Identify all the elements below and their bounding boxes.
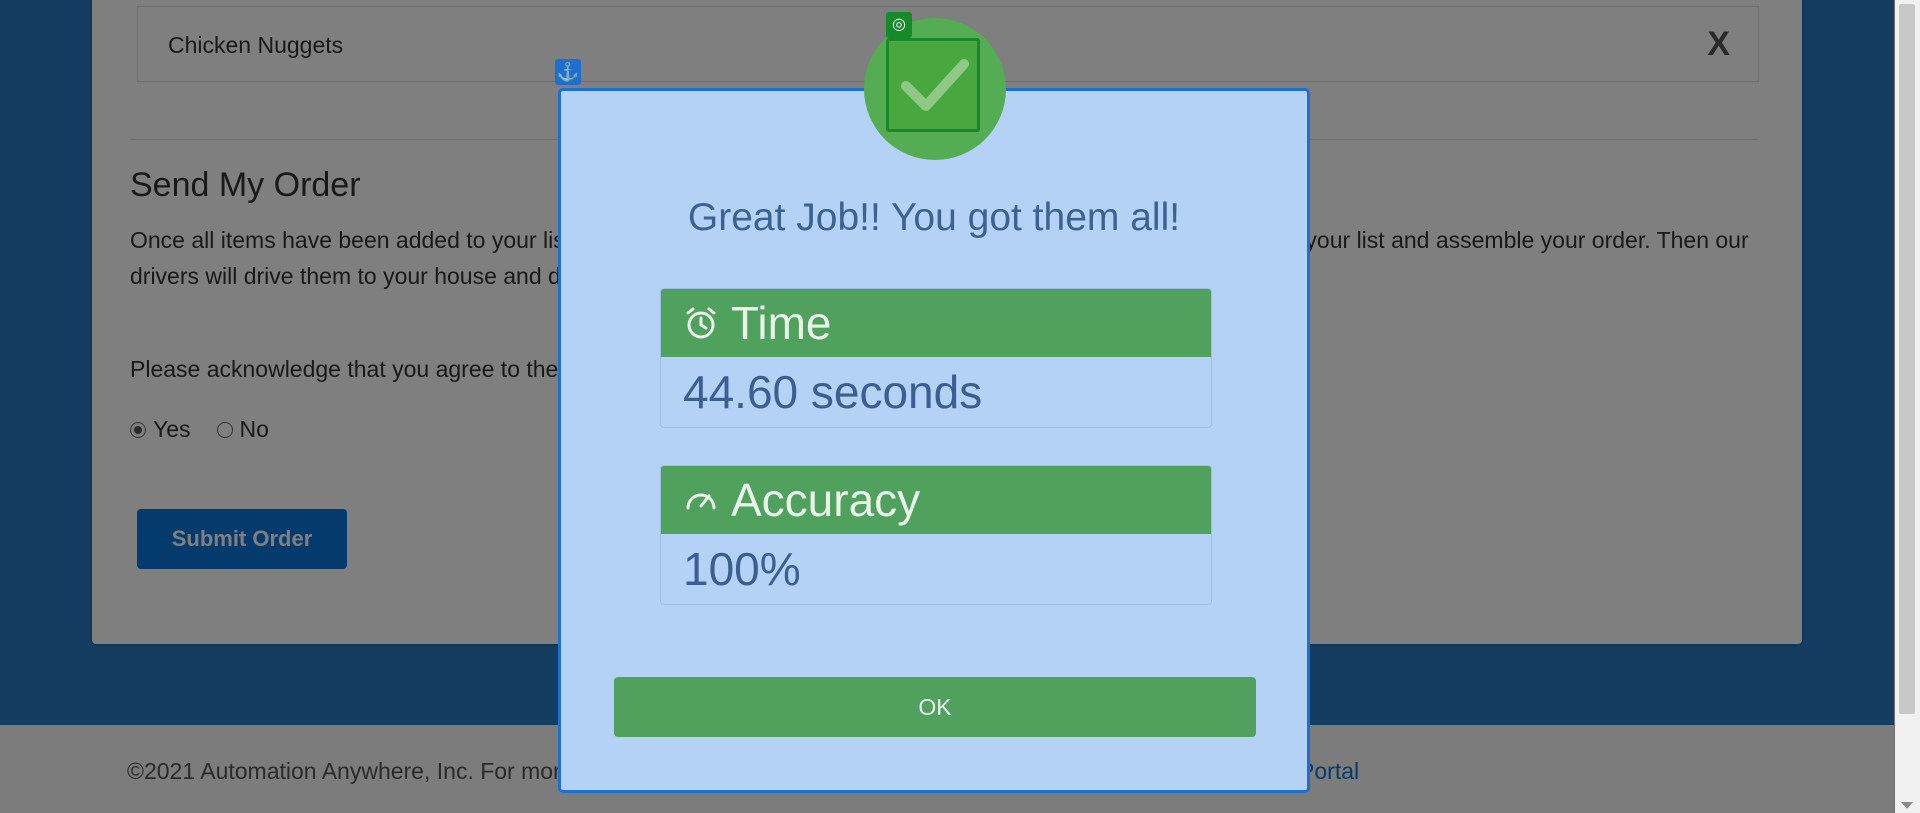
vertical-scrollbar[interactable] [1894, 0, 1920, 813]
anchor-icon: ⚓ [555, 59, 581, 85]
time-label: Time [731, 297, 832, 349]
time-panel-header: Time [661, 289, 1211, 357]
accuracy-value: 100% [683, 543, 801, 595]
gauge-icon [686, 493, 716, 510]
accuracy-label: Accuracy [731, 474, 921, 526]
target-icon: ◎ [886, 12, 912, 38]
target-highlight-box [886, 38, 980, 132]
accuracy-panel-header: Accuracy [661, 466, 1211, 534]
scrollbar-thumb[interactable] [1899, 4, 1915, 714]
alarm-clock-icon [686, 307, 716, 339]
ok-button[interactable]: OK [614, 677, 1256, 737]
scroll-down-arrow-icon[interactable] [1901, 802, 1913, 809]
time-value: 44.60 seconds [683, 366, 983, 418]
accuracy-panel: Accuracy 100% [660, 465, 1212, 605]
time-panel: Time 44.60 seconds [660, 288, 1212, 428]
modal-title: Great Job!! You got them all! [687, 196, 1181, 239]
